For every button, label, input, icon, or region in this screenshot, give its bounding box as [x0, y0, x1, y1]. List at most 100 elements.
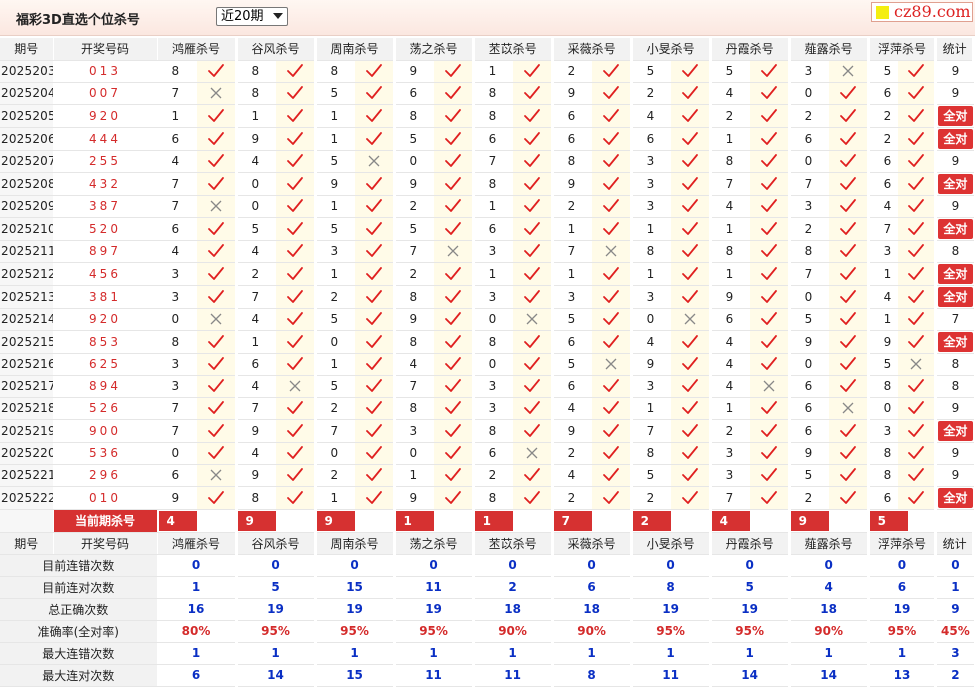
cross-icon	[434, 244, 470, 258]
kill-value-cell: 4	[394, 353, 435, 376]
period-select[interactable]: 近20期	[216, 7, 288, 26]
kill-value-cell: 2	[789, 217, 830, 241]
check-icon	[434, 334, 470, 350]
check-icon-cell	[592, 419, 633, 443]
check-icon	[898, 467, 933, 483]
check-icon-cell	[750, 486, 791, 510]
kill-value-cell: 8	[868, 375, 899, 398]
check-icon-cell	[750, 217, 791, 241]
check-icon	[671, 243, 707, 259]
check-icon	[276, 221, 312, 237]
summary-value: 18	[789, 598, 870, 621]
summary-value: 19	[236, 598, 317, 621]
kill-value-cell: 7	[868, 217, 899, 241]
kill-value-cell: 4	[710, 330, 751, 354]
bottom-header-5: 荡之杀号	[394, 532, 475, 555]
check-icon	[276, 445, 312, 461]
check-icon-cell	[197, 60, 238, 83]
kill-value-cell: 6	[157, 464, 197, 487]
check-icon	[355, 85, 391, 101]
check-icon-cell	[513, 82, 554, 105]
kill-value-cell: 6	[631, 127, 672, 151]
bottom-header-6: 苤苡杀号	[473, 532, 554, 555]
check-icon	[434, 445, 470, 461]
kill-value-cell: 3	[710, 464, 751, 487]
check-icon-cell	[592, 375, 633, 398]
check-icon-cell	[671, 285, 712, 309]
check-icon	[355, 289, 391, 305]
check-icon	[898, 153, 933, 169]
check-icon	[355, 378, 391, 394]
kill-value-cell: 8	[473, 419, 514, 443]
kill-value-cell: 0	[789, 150, 830, 173]
top-header-8: 小旻杀号	[631, 38, 712, 61]
draw-number-cell: 456	[53, 262, 158, 286]
check-icon	[750, 153, 786, 169]
draw-number-cell: 900	[53, 419, 158, 443]
kill-value-cell: 8	[315, 60, 356, 83]
cross-icon-cell	[276, 375, 317, 398]
current-kill-row: 当前期杀号 4 9 9 1 1 7 2 4 9 5	[0, 509, 974, 533]
site-logo[interactable]: cz89.com	[871, 2, 973, 22]
table-row: 2025221 296 6 9 2 1 2 4 5 3 5 8 9	[0, 464, 974, 487]
check-icon	[434, 85, 470, 101]
kill-value-cell: 3	[157, 285, 197, 309]
kill-value-cell: 2	[552, 442, 593, 465]
kill-value-cell: 3	[473, 285, 514, 309]
current-kill-value: 9	[790, 510, 829, 531]
check-icon-cell	[898, 442, 938, 465]
check-icon	[197, 334, 233, 350]
check-icon	[513, 334, 549, 350]
kill-value-cell: 2	[236, 262, 277, 286]
check-icon-cell	[513, 285, 554, 309]
kill-value-cell: 9	[789, 442, 830, 465]
check-icon	[513, 85, 549, 101]
stat-cell: 全对	[935, 285, 974, 309]
check-icon-cell	[671, 240, 712, 263]
table-row: 2025212 456 3 2 1 2 1 1 1 1 7 1 全对	[0, 262, 974, 286]
summary-value: 90%	[473, 620, 554, 643]
draw-number-cell: 894	[53, 375, 158, 398]
kill-value-cell: 7	[157, 82, 197, 105]
check-icon	[276, 243, 312, 259]
period-cell: 2025212	[0, 262, 54, 286]
kill-value-cell: 8	[473, 82, 514, 105]
bottom-header-7: 采薇杀号	[552, 532, 633, 555]
summary-value: 15	[315, 664, 396, 687]
check-icon	[829, 243, 865, 259]
all-correct-badge: 全对	[938, 173, 973, 194]
kill-value-cell: 0	[631, 308, 672, 331]
kill-value-cell: 9	[236, 419, 277, 443]
kill-value-cell: 7	[236, 397, 277, 420]
kill-value-cell: 7	[315, 419, 356, 443]
stat-cell: 全对	[935, 172, 974, 196]
check-icon-cell	[592, 172, 633, 196]
table-row: 2025215 853 8 1 0 8 8 6 4 4 9 9 全对	[0, 330, 974, 354]
current-kill-value: 7	[553, 510, 592, 531]
kill-value-cell: 9	[236, 464, 277, 487]
check-icon-cell	[513, 330, 554, 354]
stat-cell: 全对	[935, 262, 974, 286]
check-icon	[898, 490, 933, 506]
check-icon-cell	[355, 172, 396, 196]
summary-value: 0	[710, 554, 791, 577]
kill-value-cell: 6	[868, 82, 899, 105]
cross-icon-cell	[197, 195, 238, 218]
kill-value-cell: 7	[789, 172, 830, 196]
kill-value-cell: 5	[868, 353, 899, 376]
check-icon-cell	[355, 486, 396, 510]
cross-icon	[513, 312, 549, 326]
kill-value-cell: 3	[473, 240, 514, 263]
period-cell: 2025218	[0, 397, 54, 420]
bottom-header-12: 统计	[935, 532, 975, 555]
check-icon	[513, 153, 549, 169]
kill-value-cell: 5	[315, 150, 356, 173]
check-icon	[671, 400, 707, 416]
summary-value: 90%	[789, 620, 870, 643]
check-icon	[355, 131, 391, 147]
check-icon	[750, 423, 786, 439]
check-icon	[829, 445, 865, 461]
kill-value-cell: 0	[789, 353, 830, 376]
kill-value-cell: 1	[710, 262, 751, 286]
check-icon-cell	[898, 330, 938, 354]
